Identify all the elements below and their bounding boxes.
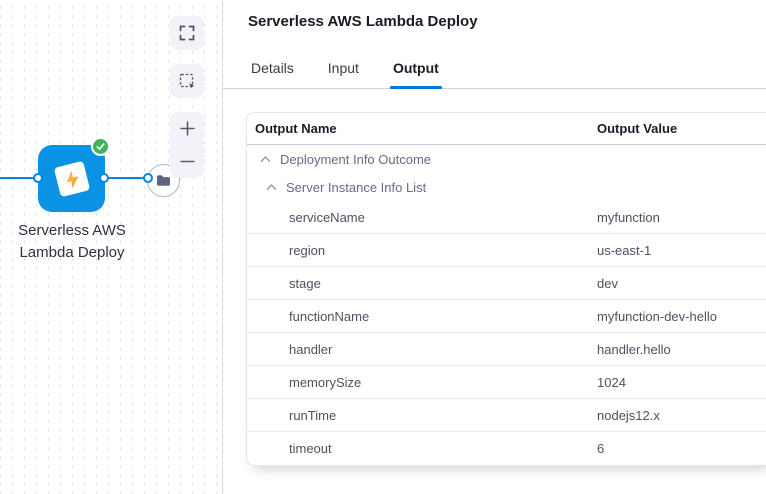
output-value: us-east-1 <box>597 243 651 258</box>
output-name: serviceName <box>247 210 597 225</box>
node-label-line1: Serverless AWS <box>18 222 126 239</box>
lambda-bolt-icon <box>53 160 89 196</box>
output-value: myfunction-dev-hello <box>597 309 717 324</box>
pipeline-canvas[interactable]: Serverless AWS Lambda Deploy <box>0 0 222 494</box>
marquee-select-icon <box>179 73 195 89</box>
output-value: nodejs12.x <box>597 408 660 423</box>
table-row: memorySize 1024 <box>247 366 766 399</box>
success-check-badge <box>91 137 110 156</box>
group-label: Deployment Info Outcome <box>280 152 431 167</box>
group-row-server-instance-info-list[interactable]: Server Instance Info List <box>247 173 766 201</box>
table-row: functionName myfunction-dev-hello <box>247 300 766 333</box>
zoom-out-icon <box>179 153 196 170</box>
app-window: Serverless AWS Lambda Deploy <box>0 0 766 494</box>
output-name: stage <box>247 276 597 291</box>
zoom-in-button[interactable] <box>170 112 204 145</box>
table-row: stage dev <box>247 267 766 300</box>
node-port-left <box>33 173 43 183</box>
folder-node-icon <box>156 174 171 187</box>
marquee-select-button[interactable] <box>170 64 204 98</box>
table-row: runTime nodejs12.x <box>247 399 766 432</box>
edge-endpoint <box>143 173 153 183</box>
table-header-row: Output Name Output Value <box>247 113 766 145</box>
output-name: runTime <box>247 408 597 423</box>
zoom-controls <box>170 112 204 178</box>
zoom-in-icon <box>179 120 196 137</box>
chevron-up-icon[interactable] <box>260 155 271 163</box>
fullscreen-icon <box>179 25 195 41</box>
group-row-deployment-info-outcome[interactable]: Deployment Info Outcome <box>247 145 766 173</box>
output-value: myfunction <box>597 210 660 225</box>
table-row: serviceName myfunction <box>247 201 766 234</box>
node-label-line2: Lambda Deploy <box>19 244 124 261</box>
output-name: functionName <box>247 309 597 324</box>
zoom-out-button[interactable] <box>170 145 204 178</box>
tab-bar: Details Input Output <box>223 55 766 89</box>
output-name: handler <box>247 342 597 357</box>
output-value: dev <box>597 276 618 291</box>
column-header-output-value: Output Value <box>597 121 677 136</box>
table-row: timeout 6 <box>247 432 766 465</box>
tab-output[interactable]: Output <box>390 60 442 88</box>
output-value: 6 <box>597 441 604 456</box>
output-name: timeout <box>247 441 597 456</box>
output-name: region <box>247 243 597 258</box>
table-row: region us-east-1 <box>247 234 766 267</box>
tab-details[interactable]: Details <box>248 60 297 88</box>
group-label: Server Instance Info List <box>286 180 426 195</box>
node-port-right <box>99 173 109 183</box>
output-value: 1024 <box>597 375 626 390</box>
column-header-output-name: Output Name <box>247 121 597 136</box>
output-value: handler.hello <box>597 342 671 357</box>
tab-input[interactable]: Input <box>325 60 362 88</box>
node-label: Serverless AWS Lambda Deploy <box>0 220 153 264</box>
pipeline-step-node[interactable] <box>38 145 105 212</box>
page-title: Serverless AWS Lambda Deploy <box>248 13 478 30</box>
fullscreen-button[interactable] <box>170 16 204 50</box>
step-details-panel: Serverless AWS Lambda Deploy Details Inp… <box>223 0 766 494</box>
chevron-up-icon[interactable] <box>266 183 277 191</box>
table-row: handler handler.hello <box>247 333 766 366</box>
output-name: memorySize <box>247 375 597 390</box>
output-table: Output Name Output Value Deployment Info… <box>246 112 766 466</box>
